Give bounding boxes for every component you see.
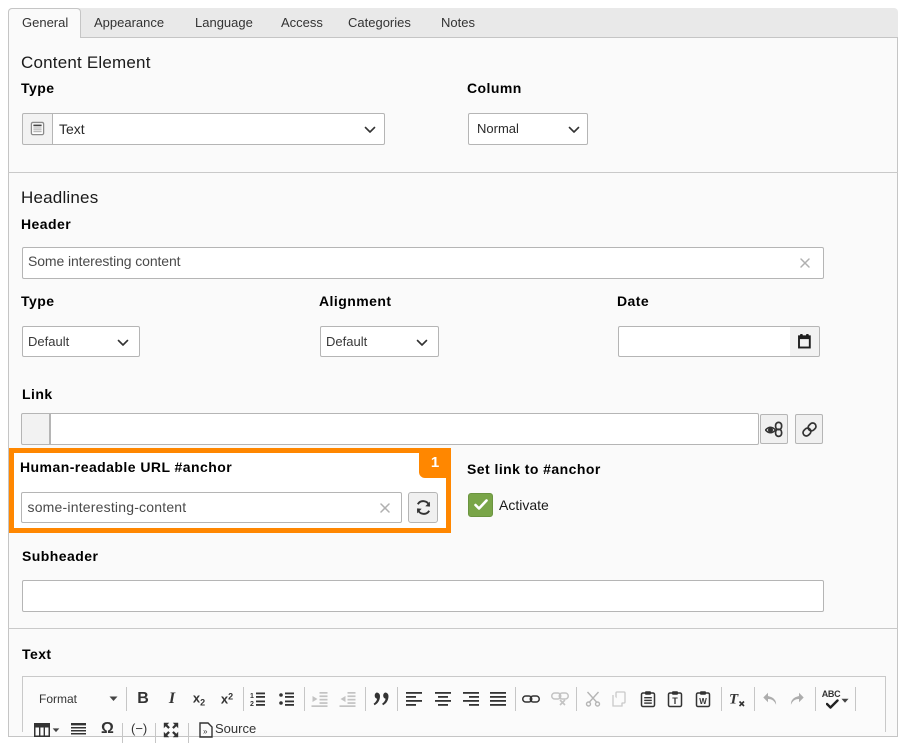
svg-text:1: 1 xyxy=(250,693,254,700)
svg-text:T: T xyxy=(672,696,678,706)
svg-text:W: W xyxy=(699,697,707,706)
svg-text:2: 2 xyxy=(250,701,254,707)
svg-text:T: T xyxy=(729,692,739,708)
